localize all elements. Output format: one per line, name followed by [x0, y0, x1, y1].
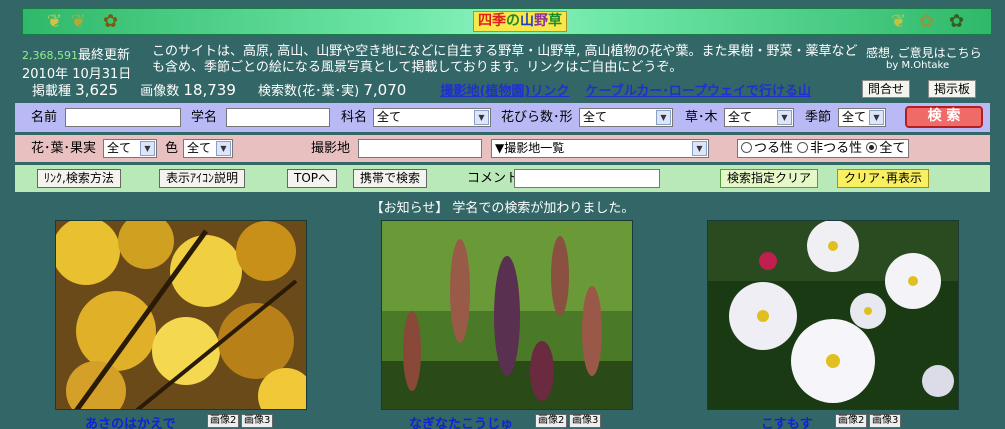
part-label: 花･葉･果実	[31, 141, 97, 156]
toolbar-row: ﾘﾝｸ,検索方法 表示ｱｲｺﾝ説明 TOPへ 携帯で検索 コメント 検索指定クリ…	[15, 165, 990, 192]
color-label: 色	[165, 141, 179, 156]
clear-search-button[interactable]: 検索指定クリア	[720, 169, 819, 188]
image3-button[interactable]: 画像3	[569, 414, 602, 428]
image3-button[interactable]: 画像3	[241, 414, 274, 428]
location-list-select[interactable]: ▼撮影地一覧 ▼	[491, 139, 709, 158]
name-input[interactable]	[65, 108, 181, 127]
leaf-icon: ❦	[891, 11, 907, 32]
comment-input[interactable]	[514, 169, 660, 188]
color-select[interactable]: 全て ▼	[183, 139, 233, 158]
location-link[interactable]: 撮影地(植物園)リンク	[440, 84, 569, 99]
count-row: 掲載種 3,625 画像数 18,739 検索数(花･葉･実) 7,070 撮影…	[32, 80, 811, 99]
leaf-icon: ❦	[47, 11, 63, 32]
photo-caption[interactable]: あさのはかえで	[85, 413, 176, 429]
scientific-name-input[interactable]	[226, 108, 330, 127]
chevron-down-icon: ▼	[140, 141, 155, 156]
chevron-down-icon: ▼	[474, 110, 489, 125]
comment-label: コメント	[467, 171, 520, 186]
plant-type-select[interactable]: 全て ▼	[724, 108, 794, 127]
nonvine-radio[interactable]	[797, 142, 809, 153]
cable-car-link[interactable]: ケーブルカー･ロープウェイで行ける山	[585, 84, 811, 99]
location-label: 撮影地	[311, 141, 351, 156]
site-description: このサイトは、高原, 高山、山野や空き地になどに自生する野草・山野草, 高山植物…	[152, 44, 858, 75]
petal-select[interactable]: 全て ▼	[579, 108, 673, 127]
scientific-name-label: 学名	[191, 110, 218, 125]
vine-radio-group: つる性 非つる性 全て	[737, 139, 910, 158]
images-count: 18,739	[183, 81, 236, 99]
species-label: 掲載種	[32, 84, 72, 99]
image2-button[interactable]: 画像2	[835, 414, 868, 428]
feedback-link[interactable]: 感想, ご意見はこちら	[866, 44, 982, 61]
search-row-1: 名前 学名 科名 全て ▼ 花びら数･形 全て ▼ 草･木 全て ▼ 季節 全て ▼ 検…	[15, 103, 990, 132]
search-count: 7,070	[363, 81, 407, 99]
season-select[interactable]: 全て ▼	[838, 108, 886, 127]
vine-radio[interactable]	[741, 142, 752, 153]
link-search-help-button[interactable]: ﾘﾝｸ,検索方法	[37, 169, 121, 188]
board-button[interactable]: 掲示板	[928, 80, 977, 98]
maple-leaf-icon: ✿	[103, 11, 119, 32]
reset-display-button[interactable]: クリア･再表示	[837, 169, 930, 188]
location-input[interactable]	[358, 139, 482, 158]
last-update-label: 最終更新	[77, 48, 130, 63]
chevron-down-icon: ▼	[656, 110, 671, 125]
maple-leaf-icon: ✿	[919, 11, 935, 32]
author-credit: by M.Ohtake	[886, 60, 950, 71]
contact-button[interactable]: 問合せ	[862, 80, 911, 98]
image2-button[interactable]: 画像2	[207, 414, 240, 428]
icon-help-button[interactable]: 表示ｱｲｺﾝ説明	[159, 169, 246, 188]
search-button[interactable]: 検 索	[905, 106, 983, 128]
mobile-search-button[interactable]: 携帯で検索	[353, 169, 428, 188]
chevron-down-icon: ▼	[216, 141, 231, 156]
species-count: 3,625	[75, 81, 119, 99]
visit-counter: 2,368,591	[22, 49, 78, 62]
images-label: 画像数	[140, 84, 180, 99]
photo-naginata-koju[interactable]	[381, 220, 633, 410]
top-button[interactable]: TOPへ	[287, 169, 338, 188]
season-label: 季節	[805, 110, 832, 125]
family-select[interactable]: 全て ▼	[373, 108, 491, 127]
all-radio[interactable]	[866, 142, 878, 153]
photo-caption[interactable]: なぎなたこうじゅ	[409, 413, 513, 429]
image2-button[interactable]: 画像2	[535, 414, 568, 428]
plant-type-label: 草･木	[685, 110, 718, 125]
photo-cosmos[interactable]	[707, 220, 959, 410]
photo-maple[interactable]	[55, 220, 307, 410]
site-title: 四季の山野草	[473, 11, 567, 32]
site-header: ❦ ❦ ✿ 四季の山野草 ❦ ✿ ✿	[22, 8, 992, 35]
name-label: 名前	[31, 110, 58, 125]
maple-leaf-icon: ✿	[949, 11, 965, 32]
leaf-icon: ❦	[71, 11, 87, 32]
petal-label: 花びら数･形	[501, 110, 573, 125]
image3-button[interactable]: 画像3	[869, 414, 902, 428]
search-row-2: 花･葉･果実 全て ▼ 色 全て ▼ 撮影地 ▼撮影地一覧 ▼ つる性 非つる性 全て	[15, 135, 990, 162]
photo-caption[interactable]: こすもす	[761, 413, 813, 429]
part-select[interactable]: 全て ▼	[103, 139, 157, 158]
family-label: 科名	[341, 110, 368, 125]
chevron-down-icon: ▼	[692, 141, 707, 156]
search-count-label: 検索数(花･葉･実)	[258, 84, 360, 99]
chevron-down-icon: ▼	[869, 110, 884, 125]
notice-text: 【お知らせ】 学名での検索が加わりました。	[370, 201, 635, 216]
site-stats: 2,368,591最終更新 2010年 10月31日	[22, 44, 150, 82]
chevron-down-icon: ▼	[777, 110, 792, 125]
